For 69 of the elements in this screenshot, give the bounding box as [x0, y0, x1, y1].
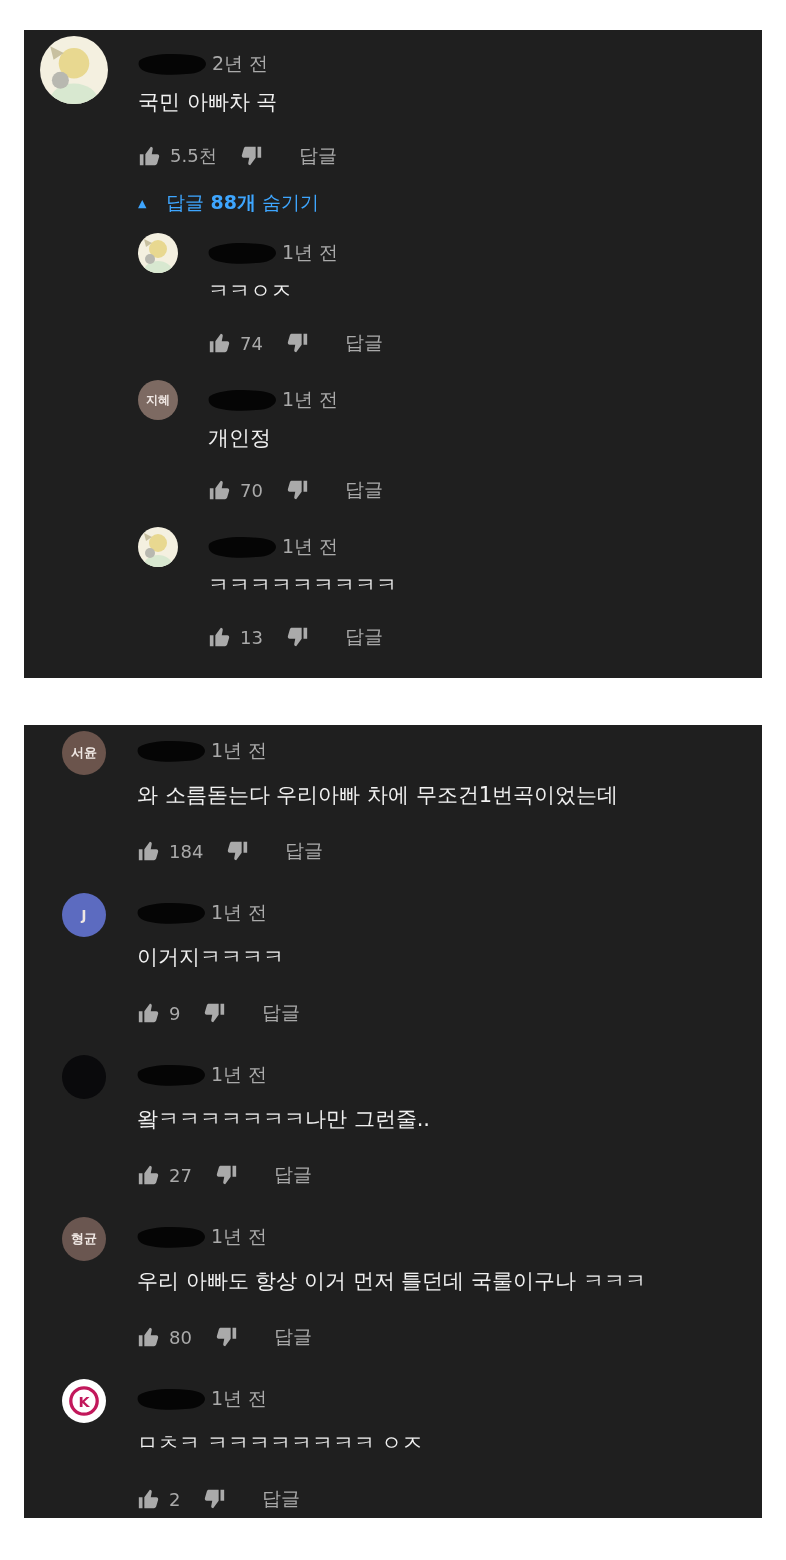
comment-text: 우리 아빠도 항상 이거 먼저 틀던데 국룰이구나 ㅋㅋㅋ	[137, 1268, 646, 1295]
replies-toggle[interactable]: ▲ 답글 88개 숨기기	[138, 183, 397, 223]
comment-text: 이거지ㅋㅋㅋㅋ	[137, 944, 285, 971]
comment-text: 와 소름돋는다 우리아빠 차에 무조건1번곡이었는데	[137, 782, 619, 809]
avatar[interactable]: J	[62, 893, 106, 937]
comment-time: 2년 전	[212, 51, 269, 76]
like-count: 13	[240, 626, 263, 648]
reply-button[interactable]: 답글	[273, 1162, 312, 1188]
comment-time: 1년 전	[211, 1224, 268, 1249]
avatar[interactable]: 서윤	[62, 731, 106, 775]
thumbs-down-icon[interactable]	[286, 626, 309, 648]
reply-button[interactable]: 답글	[344, 624, 383, 650]
reply-button[interactable]: 답글	[262, 1000, 301, 1026]
comment-text: ㅋㅋㅇㅈ	[208, 278, 293, 305]
thumbs-up-icon[interactable]	[137, 1326, 159, 1348]
thumbs-down-icon[interactable]	[204, 1002, 227, 1024]
thumbs-down-icon[interactable]	[286, 479, 309, 501]
comment-time: 1년 전	[282, 387, 339, 412]
redaction-mark	[137, 1063, 207, 1087]
comment-text: 왘ㅋㅋㅋㅋㅋㅋㅋ나만 그런줄..	[137, 1106, 431, 1133]
redaction-mark	[138, 52, 208, 76]
like-count: 74	[240, 332, 263, 354]
thumbs-up-icon[interactable]	[208, 626, 230, 648]
reply-button[interactable]: 답글	[298, 143, 337, 169]
like-count: 70	[240, 479, 263, 501]
logo-avatar[interactable]: K	[62, 1379, 106, 1423]
thumbs-down-icon[interactable]	[215, 1326, 238, 1348]
thumbs-up-icon[interactable]	[137, 1164, 159, 1186]
like-count: 5.5천	[170, 144, 217, 168]
thumbs-up-icon[interactable]	[137, 1488, 159, 1510]
comment-text: 개인정	[208, 425, 272, 452]
comment-text: 국민 아빠차 곡	[138, 89, 279, 116]
comment-time: 1년 전	[282, 240, 339, 265]
thumbs-up-icon[interactable]	[137, 840, 159, 862]
reply-button[interactable]: 답글	[344, 330, 383, 356]
like-count: 27	[169, 1164, 192, 1186]
comment-time: 1년 전	[282, 534, 339, 559]
redaction-mark	[137, 1387, 207, 1411]
thumbs-down-icon[interactable]	[240, 145, 263, 167]
comment-time: 1년 전	[211, 1386, 268, 1411]
reply-button[interactable]: 답글	[273, 1324, 312, 1350]
thumbs-up-icon[interactable]	[208, 332, 230, 354]
redaction-mark	[208, 535, 278, 559]
thumbs-down-icon[interactable]	[204, 1488, 227, 1510]
reply-button[interactable]: 답글	[344, 477, 383, 503]
thumbs-down-icon[interactable]	[215, 1164, 238, 1186]
redaction-mark	[208, 388, 278, 412]
comment-text: ㅋㅋㅋㅋㅋㅋㅋㅋㅋ	[208, 572, 397, 599]
thumbs-down-icon[interactable]	[286, 332, 309, 354]
redaction-mark	[137, 1225, 207, 1249]
like-count: 2	[169, 1488, 181, 1510]
redaction-mark	[137, 739, 207, 763]
comment-time: 1년 전	[211, 900, 268, 925]
redaction-mark	[137, 901, 207, 925]
avatar[interactable]: 형균	[62, 1217, 106, 1261]
avatar[interactable]: 지혜	[138, 380, 178, 420]
thumbs-up-icon[interactable]	[208, 479, 230, 501]
redaction-mark	[208, 241, 278, 265]
thumbs-up-icon[interactable]	[138, 145, 160, 167]
comment-time: 1년 전	[211, 738, 268, 763]
like-count: 80	[169, 1326, 192, 1348]
reply-button[interactable]: 답글	[262, 1486, 301, 1512]
thumbs-down-icon[interactable]	[227, 840, 250, 862]
like-count: 184	[169, 840, 204, 862]
reply-button[interactable]: 답글	[285, 838, 324, 864]
comment-time: 1년 전	[211, 1062, 268, 1087]
comment-text: ㅁㅊㅋ ㅋㅋㅋㅋㅋㅋㅋㅋ ㅇㅈ	[137, 1430, 424, 1457]
thumbs-up-icon[interactable]	[137, 1002, 159, 1024]
like-count: 9	[169, 1002, 181, 1024]
